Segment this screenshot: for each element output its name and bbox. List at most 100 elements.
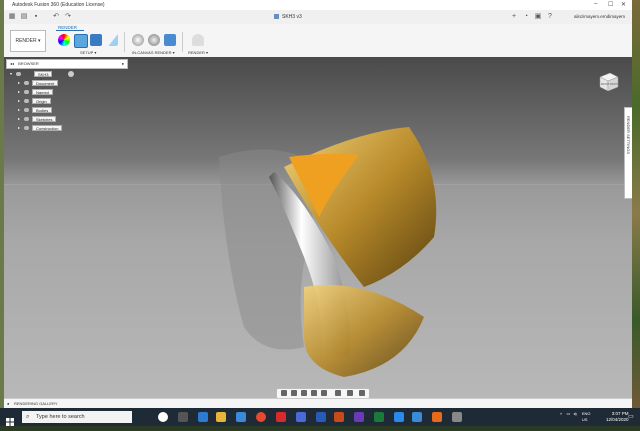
ribbon-toolbar: RENDER ▾ RENDER SETUP ▾ IN-CANVAS RENDER…: [4, 24, 632, 58]
folder-icon: [24, 90, 29, 94]
network-icon[interactable]: ▭: [566, 411, 570, 416]
close-icon[interactable]: ✕: [621, 1, 626, 8]
collapse-icon[interactable]: ◂◂: [10, 61, 14, 66]
app-icon[interactable]: [452, 412, 462, 422]
clock-date: 12/04/2020: [606, 417, 629, 422]
dropbox-icon[interactable]: [394, 412, 404, 422]
user-name[interactable]: alinzimayem.erndimayem: [574, 14, 625, 19]
expand-arrow-icon[interactable]: ▸: [18, 80, 20, 86]
title-bar: Autodesk Fusion 360 (Education License) …: [4, 0, 632, 10]
browser-title: BROWSER: [18, 61, 39, 66]
render-settings-panel[interactable]: RENDER SETTINGS: [624, 107, 632, 199]
taskbar-search-input[interactable]: ⌕ Type here to search: [22, 411, 132, 423]
maximize-icon[interactable]: ☐: [608, 1, 613, 8]
file-icon[interactable]: ▤: [20, 13, 28, 21]
viewcube-right-label: RIGHT: [610, 83, 618, 86]
store-icon[interactable]: [236, 412, 246, 422]
viewports-icon[interactable]: [359, 390, 365, 396]
system-tray[interactable]: ˄ ▭ ◂) ENG US: [560, 411, 591, 423]
app-icon[interactable]: [412, 412, 422, 422]
visibility-eye-icon[interactable]: [24, 117, 29, 121]
in-canvas-settings-icon[interactable]: [148, 34, 160, 46]
new-tab-icon[interactable]: +: [510, 13, 518, 21]
input-language[interactable]: ENG: [582, 411, 591, 416]
search-placeholder: Type here to search: [36, 414, 85, 420]
browser-item-label: Bodies: [32, 107, 53, 113]
browser-item-label: Origin: [32, 98, 51, 104]
input-region[interactable]: US: [582, 417, 588, 422]
browser-item-label: Sketches: [32, 116, 57, 122]
3d-canvas[interactable]: ◂◂ BROWSER ● ▾ SKH3 v3 ▸ Document Settin…: [4, 57, 632, 398]
browser-item-label: Construction: [32, 125, 63, 131]
cortana-icon[interactable]: [158, 412, 168, 422]
browser-panel-header[interactable]: ◂◂ BROWSER ●: [6, 59, 128, 69]
chrome-icon[interactable]: [256, 412, 266, 422]
file-explorer-icon[interactable]: [216, 412, 226, 422]
document-tab-label: SKH3 v3: [282, 14, 302, 20]
excel-icon[interactable]: [374, 412, 384, 422]
apps-grid-icon[interactable]: ▦: [8, 13, 16, 21]
windows-taskbar: ⌕ Type here to search ˄ ▭ ◂) ENG US 3:07…: [0, 408, 640, 426]
volume-icon[interactable]: ◂): [573, 411, 576, 416]
workspace-switcher-button[interactable]: RENDER ▾: [10, 30, 46, 52]
viewcube[interactable]: FRONT RIGHT: [596, 69, 620, 93]
expand-arrow-icon[interactable]: ▸: [18, 107, 20, 113]
rendering-gallery-bar[interactable]: ● RENDERING GALLERY: [4, 398, 632, 408]
window-title: Autodesk Fusion 360 (Education License): [12, 2, 105, 8]
task-view-icon[interactable]: [178, 412, 188, 422]
expand-arrow-icon[interactable]: ▾: [10, 71, 12, 77]
expand-arrow-icon[interactable]: ▸: [18, 116, 20, 122]
capture-image-icon[interactable]: [164, 34, 176, 46]
render-group-label[interactable]: RENDER ▾: [188, 50, 208, 55]
notifications-icon[interactable]: ▣: [534, 13, 542, 21]
setup-group-label[interactable]: SETUP ▾: [80, 50, 96, 55]
help-icon[interactable]: ?: [546, 13, 554, 21]
expand-arrow-icon[interactable]: ▸: [18, 89, 20, 95]
minimize-icon[interactable]: –: [594, 1, 597, 7]
onenote-icon[interactable]: [354, 412, 364, 422]
grid-settings-icon[interactable]: [347, 390, 353, 396]
gallery-toggle-icon[interactable]: ●: [7, 401, 9, 406]
in-canvas-render-group-label[interactable]: IN-CANVAS RENDER ▾: [132, 50, 175, 55]
job-status-icon[interactable]: ◔: [522, 13, 530, 21]
in-canvas-render-icon[interactable]: [132, 34, 144, 46]
document-tab[interactable]: SKH3 v3: [274, 12, 302, 23]
tray-arrow-icon[interactable]: ˄: [560, 411, 562, 416]
zoom-icon[interactable]: [311, 390, 317, 396]
powerpoint-icon[interactable]: [334, 412, 344, 422]
appearance-icon[interactable]: [58, 34, 70, 46]
app-icon[interactable]: [296, 412, 306, 422]
texture-map-icon[interactable]: [90, 34, 102, 46]
settings-gear-icon: [24, 81, 29, 85]
tab-bar: ▦ ▤ ▪ ↶ ↷ SKH3 v3 + ◔ ▣ ? alinzimayem.er…: [4, 10, 632, 25]
undo-icon[interactable]: ↶: [52, 13, 60, 21]
expand-arrow-icon[interactable]: ▸: [18, 125, 20, 131]
fusion-360-icon[interactable]: [432, 412, 442, 422]
pan-icon[interactable]: [301, 390, 307, 396]
visibility-eye-icon[interactable]: [16, 72, 21, 76]
active-component-icon[interactable]: [68, 71, 74, 77]
desktop-background-right: [632, 0, 640, 426]
pinterest-icon[interactable]: [276, 412, 286, 422]
save-icon[interactable]: ▪: [32, 13, 40, 21]
teapot-render-icon[interactable]: [192, 34, 204, 46]
look-at-icon[interactable]: [291, 390, 297, 396]
orbit-icon[interactable]: [281, 390, 287, 396]
search-icon: ⌕: [26, 414, 30, 420]
decal-icon[interactable]: [108, 34, 118, 46]
display-settings-icon[interactable]: [335, 390, 341, 396]
windows-start-icon[interactable]: [6, 413, 14, 426]
word-icon[interactable]: [316, 412, 326, 422]
edge-icon[interactable]: [198, 412, 208, 422]
visibility-eye-icon[interactable]: [24, 126, 29, 130]
pin-icon[interactable]: ●: [122, 60, 124, 68]
taskbar-clock[interactable]: 3:07 PM 12/04/2020: [606, 411, 629, 423]
visibility-eye-icon[interactable]: [24, 108, 29, 112]
scene-settings-icon[interactable]: [74, 34, 88, 48]
render-settings-label: RENDER SETTINGS: [626, 116, 631, 155]
expand-arrow-icon[interactable]: ▸: [18, 98, 20, 104]
redo-icon[interactable]: ↷: [64, 13, 72, 21]
fit-icon[interactable]: [321, 390, 327, 396]
visibility-eye-icon[interactable]: [24, 99, 29, 103]
action-center-icon[interactable]: ▭: [628, 413, 634, 420]
